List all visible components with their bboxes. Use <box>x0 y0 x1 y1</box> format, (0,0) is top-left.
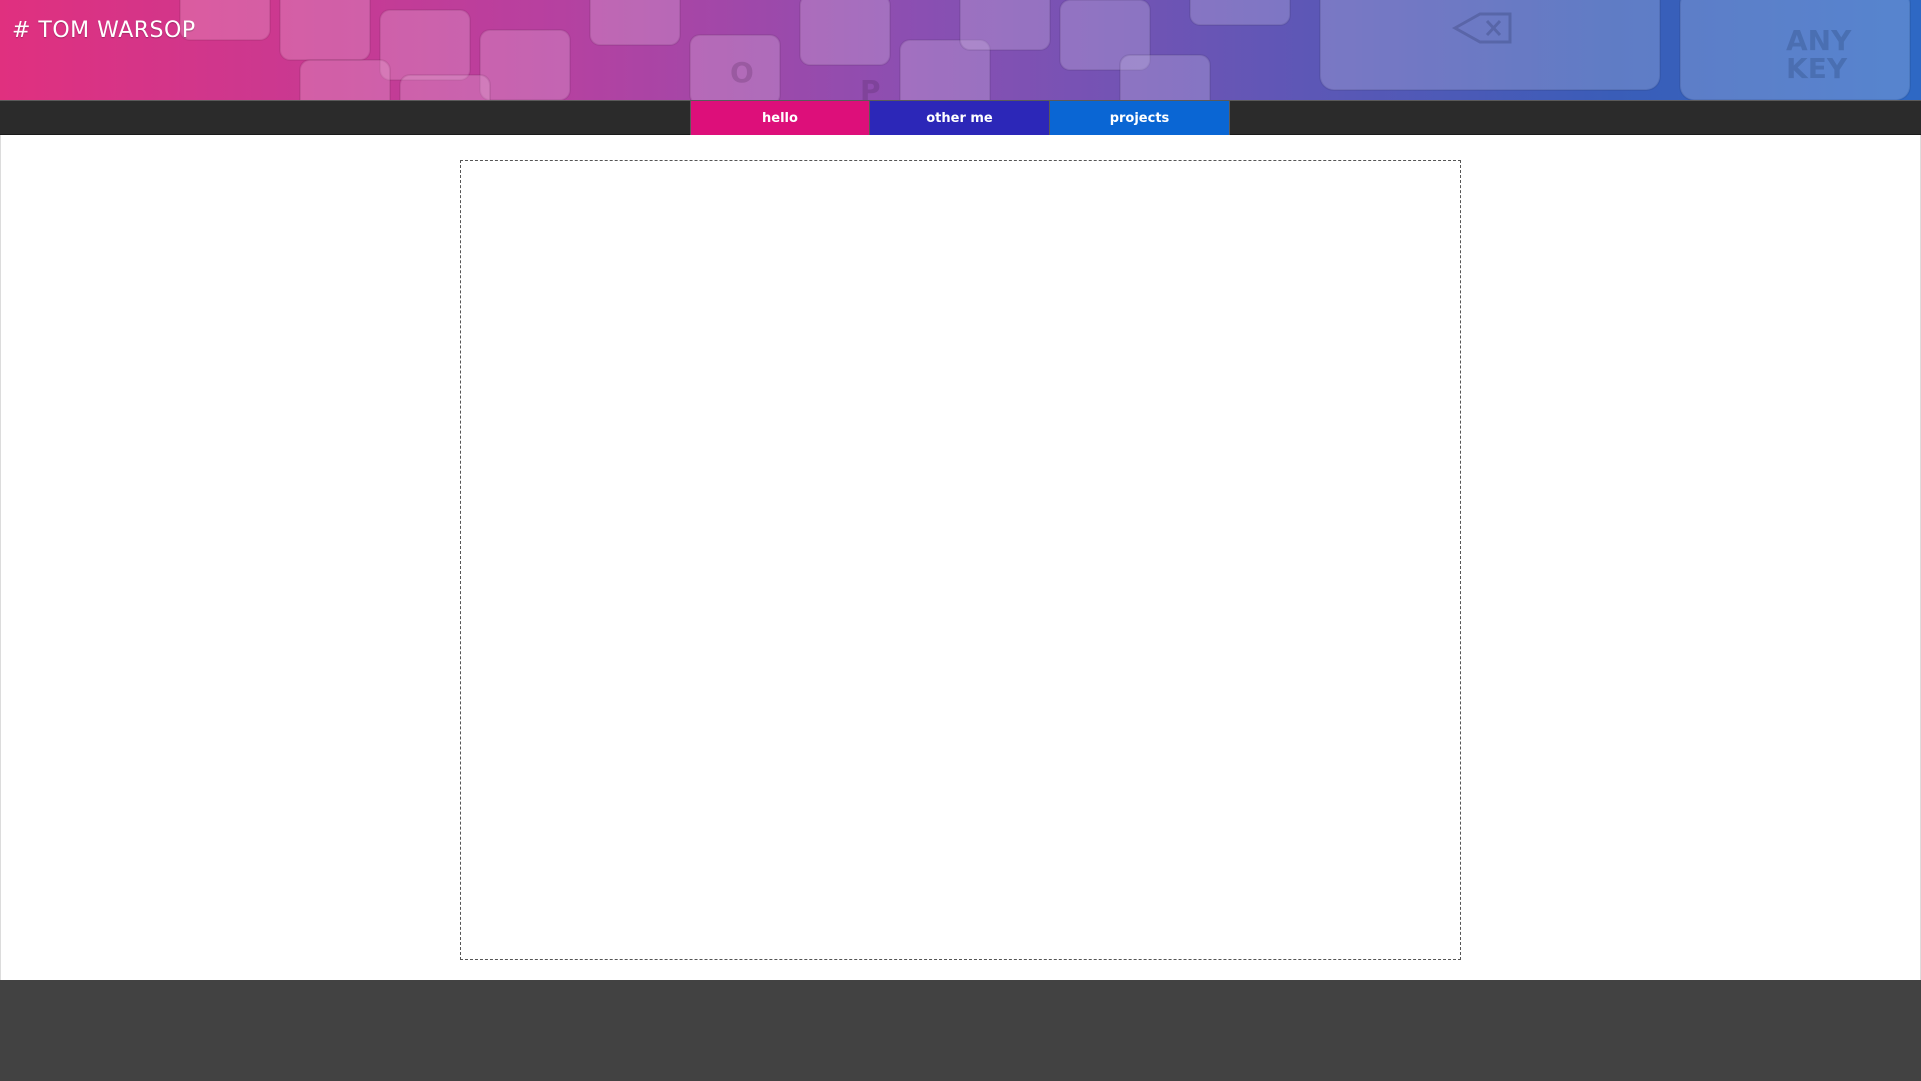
main-content-box <box>460 160 1461 960</box>
svg-text:KEY: KEY <box>1786 52 1848 85</box>
tab-other-me[interactable]: other me <box>870 101 1050 135</box>
footer <box>0 980 1921 1081</box>
header-banner: ANY KEY O P # TOM WARSOP <box>0 0 1921 100</box>
tab-projects[interactable]: projects <box>1050 101 1230 135</box>
site-title[interactable]: # TOM WARSOP <box>12 18 196 43</box>
keyboard-background-image: ANY KEY O P <box>179 0 1911 100</box>
svg-text:O: O <box>730 56 754 89</box>
tab-other-me-label: other me <box>926 110 993 126</box>
tab-hello-label: hello <box>762 110 798 126</box>
svg-text:P: P <box>860 74 881 100</box>
tab-projects-label: projects <box>1109 110 1170 126</box>
tab-hello[interactable]: hello <box>690 101 870 149</box>
nav-tabs: hello other me projects <box>690 101 1230 149</box>
main-navigation: hello other me projects <box>0 100 1921 149</box>
